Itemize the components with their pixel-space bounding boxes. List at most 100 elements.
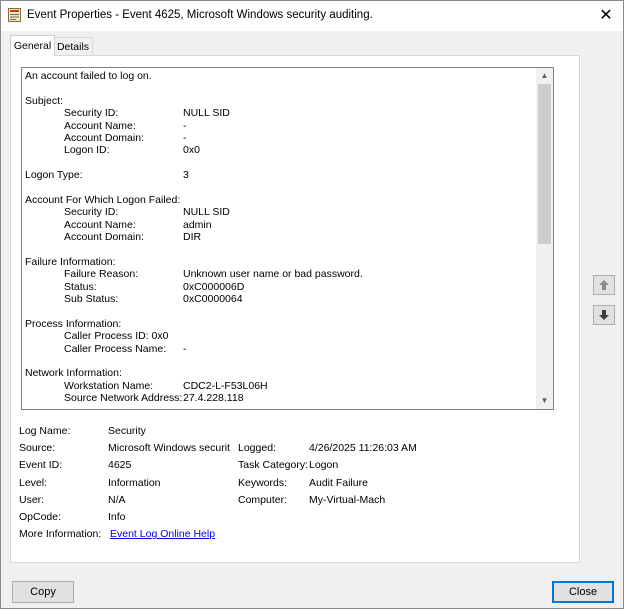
description-line-value: NULL SID	[183, 107, 230, 120]
description-line	[25, 355, 535, 367]
event-id-label: Event ID:	[19, 459, 63, 471]
description-line: Caller Process Name: -	[25, 343, 535, 355]
description-line-key: Security ID:	[64, 206, 119, 219]
task-category-label: Task Category:	[238, 459, 309, 471]
opcode-label: OpCode:	[19, 511, 62, 523]
more-information-label: More Information:	[19, 528, 102, 540]
level-value: Information	[108, 477, 161, 489]
description-line-key: Failure Reason:	[64, 268, 139, 281]
close-window-icon[interactable]: ✕	[595, 5, 617, 27]
keywords-value: Audit Failure	[309, 477, 368, 489]
next-event-button[interactable]	[593, 305, 615, 325]
source-value: Microsoft Windows security auditing.	[108, 442, 230, 454]
description-line: An account failed to log on.	[25, 70, 535, 82]
description-line-value: 3	[183, 169, 189, 182]
description-line-value: DIR	[183, 231, 202, 244]
scroll-down-arrow-icon[interactable]: ▼	[536, 393, 553, 409]
description-line: Account Name: -	[25, 120, 535, 132]
description-line-value: -	[183, 131, 187, 144]
source-label: Source:	[19, 442, 56, 454]
description-line: Status: 0xC000006D	[25, 281, 535, 293]
description-line-value: 27.4.228.118	[183, 392, 244, 405]
description-line: Workstation Name: CDC2-L-F53L06H	[25, 380, 535, 392]
description-line-key: Account Name:	[64, 218, 136, 231]
close-button[interactable]: Close	[552, 581, 614, 603]
description-line-value: admin	[183, 218, 212, 231]
description-line: Source Port: 0	[25, 405, 535, 407]
scrollbar-thumb[interactable]	[538, 84, 551, 244]
description-line: Failure Reason: Unknown user name or bad …	[25, 268, 535, 280]
event-properties-window: Event Properties - Event 4625, Microsoft…	[0, 0, 624, 609]
description-line: Security ID: NULL SID	[25, 206, 535, 218]
copy-button[interactable]: Copy	[12, 581, 74, 603]
description-line	[25, 82, 535, 94]
description-line-key: Logon Type:	[25, 169, 83, 182]
description-line-key: Security ID:	[64, 107, 119, 120]
description-line: Subject:	[25, 95, 535, 107]
description-line-value: 0x0	[183, 144, 200, 157]
description-line-value: CDC2-L-F53L06H	[183, 379, 268, 392]
title-bar: Event Properties - Event 4625, Microsoft…	[1, 1, 623, 31]
user-value: N/A	[108, 494, 126, 506]
event-description-box[interactable]: An account failed to log on. Subject: Secu…	[21, 67, 554, 410]
description-line: Caller Process ID: 0x0	[25, 330, 535, 342]
description-line: Logon ID: 0x0	[25, 144, 535, 156]
description-line-key: Failure Information:	[25, 255, 116, 268]
description-line-key: Subject:	[25, 94, 63, 107]
description-line: Account Name: admin	[25, 219, 535, 231]
description-line: Security ID: NULL SID	[25, 107, 535, 119]
description-line-key: Caller Process ID: 0x0	[64, 330, 169, 343]
description-line	[25, 182, 535, 194]
description-line-key: Caller Process Name:	[64, 342, 167, 355]
description-line: Sub Status: 0xC0000064	[25, 293, 535, 305]
description-line	[25, 305, 535, 317]
description-line-key: Account Domain:	[64, 131, 144, 144]
logged-label: Logged:	[238, 442, 276, 454]
description-line-key: Source Network Address:	[64, 392, 183, 405]
computer-label: Computer:	[238, 494, 288, 506]
description-line-key: Account Name:	[64, 119, 136, 132]
tab-general[interactable]: General	[10, 35, 55, 56]
log-name-value: Security	[108, 425, 146, 437]
general-tab-panel: An account failed to log on. Subject: Secu…	[10, 55, 580, 563]
description-line: Failure Information:	[25, 256, 535, 268]
description-line: Account For Which Logon Failed:	[25, 194, 535, 206]
tab-general-label: General	[13, 40, 52, 52]
event-description-text: An account failed to log on. Subject: Secu…	[25, 70, 535, 407]
log-name-label: Log Name:	[19, 425, 71, 437]
opcode-value: Info	[108, 511, 126, 523]
task-category-value: Logon	[309, 459, 339, 471]
window-title: Event Properties - Event 4625, Microsoft…	[27, 9, 373, 21]
previous-event-button[interactable]	[593, 275, 615, 295]
computer-value: My-Virtual-Mach	[309, 494, 386, 506]
description-line	[25, 243, 535, 255]
description-line-value: 0	[183, 405, 189, 407]
description-line	[25, 157, 535, 169]
user-label: User:	[19, 494, 45, 506]
description-line-key: Source Port:	[64, 405, 122, 407]
description-line-key: Status:	[64, 280, 97, 293]
description-line-value: 0xC0000064	[183, 293, 243, 306]
description-line-key: Sub Status:	[64, 293, 119, 306]
description-line: Logon Type: 3	[25, 169, 535, 181]
description-line: Network Information:	[25, 367, 535, 379]
scroll-up-arrow-icon[interactable]: ▲	[536, 68, 553, 84]
tab-details[interactable]: Details	[53, 37, 93, 56]
description-line-key: Account Domain:	[64, 231, 144, 244]
description-line-value: NULL SID	[183, 206, 230, 219]
description-line-key: Process Information:	[25, 317, 122, 330]
description-line-key: An account failed to log on.	[25, 70, 152, 82]
level-label: Level:	[19, 477, 48, 489]
event-properties-icon	[8, 8, 21, 22]
description-line-key: Network Information:	[25, 367, 122, 380]
description-scrollbar[interactable]: ▲ ▼	[536, 68, 553, 409]
description-line-value: -	[183, 342, 187, 355]
event-log-online-help-link[interactable]: Event Log Online Help	[110, 528, 215, 540]
description-line-key: Account For Which Logon Failed:	[25, 193, 181, 206]
logged-value: 4/26/2025 11:26:03 AM	[309, 442, 417, 454]
description-line-value: Unknown user name or bad password.	[183, 268, 363, 281]
description-line: Process Information:	[25, 318, 535, 330]
next-event-arrow-icon	[599, 310, 609, 320]
tab-details-label: Details	[56, 41, 90, 53]
description-line: Account Domain: -	[25, 132, 535, 144]
